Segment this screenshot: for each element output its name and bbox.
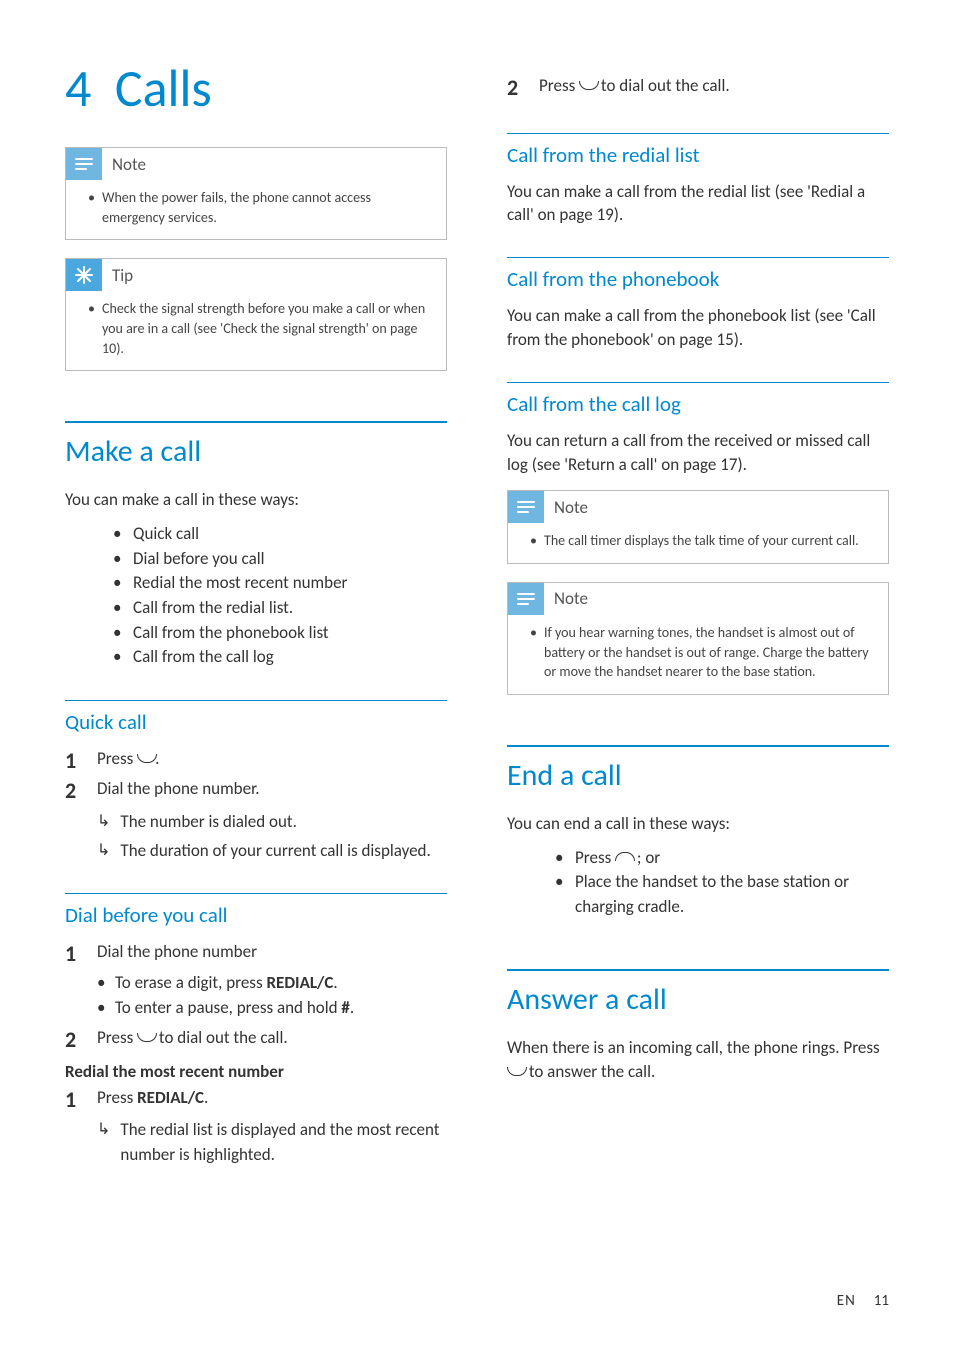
note-label: Note xyxy=(112,154,146,175)
step: 2 Press to dial out the call. xyxy=(65,1026,447,1055)
step-result: ↳ The redial list is displayed and the m… xyxy=(97,1118,447,1167)
list-item: To erase a digit, press REDIAL/C. xyxy=(97,971,447,996)
note-text: The call timer displays the talk time of… xyxy=(530,531,874,551)
result-arrow-icon: ↳ xyxy=(97,810,110,834)
step-text: Press to dial out the call. xyxy=(539,74,889,103)
heading-call-log: Call from the call log xyxy=(507,382,889,417)
step-text: Press to dial out the call. xyxy=(97,1026,447,1055)
step: 1 Dial the phone number xyxy=(65,940,447,969)
step-result: ↳ The duration of your current call is d… xyxy=(97,839,447,864)
chapter-title: 4 Calls xyxy=(65,60,447,117)
step: 2 Dial the phone number. xyxy=(65,777,447,806)
note-icon xyxy=(508,491,544,523)
talk-key-icon xyxy=(137,1033,155,1043)
phonebook-body: You can make a call from the phonebook l… xyxy=(507,304,889,352)
redial-list-body: You can make a call from the redial list… xyxy=(507,180,889,228)
heading-redial-recent: Redial the most recent number xyxy=(65,1061,447,1082)
list-item: Place the handset to the base station or… xyxy=(555,870,889,919)
step-text: Press . xyxy=(97,747,447,776)
tip-text: Check the signal strength before you mak… xyxy=(88,299,432,358)
note-icon xyxy=(508,583,544,615)
chapter-number: 4 xyxy=(65,56,91,120)
note-icon xyxy=(66,148,102,180)
step: 1 Press REDIAL/C. xyxy=(65,1086,447,1115)
footer-page-number: 11 xyxy=(874,1292,889,1310)
list-item: Call from the call log xyxy=(113,645,447,670)
heading-answer-call: Answer a call xyxy=(507,969,889,1018)
hash-key: # xyxy=(341,997,349,1018)
step: 1 Press . xyxy=(65,747,447,776)
note-text: If you hear warning tones, the handset i… xyxy=(530,623,874,682)
result-arrow-icon: ↳ xyxy=(97,1118,110,1142)
note-label: Note xyxy=(554,588,588,609)
note-callout: Note The call timer displays the talk ti… xyxy=(507,490,889,564)
step-number: 1 xyxy=(65,940,83,969)
step-result: ↳ The number is dialed out. xyxy=(97,810,447,835)
list-item: Quick call xyxy=(113,522,447,547)
step-text: Dial the phone number. xyxy=(97,777,447,806)
call-log-body: You can return a call from the received … xyxy=(507,429,889,477)
end-call-intro: You can end a call in these ways: xyxy=(507,812,889,836)
heading-phonebook: Call from the phonebook xyxy=(507,257,889,292)
tip-icon xyxy=(66,259,102,291)
step-number: 1 xyxy=(65,747,83,776)
list-item: To enter a pause, press and hold #. xyxy=(97,996,447,1021)
step-number: 2 xyxy=(65,777,83,806)
list-item: Redial the most recent number xyxy=(113,571,447,596)
answer-body: When there is an incoming call, the phon… xyxy=(507,1036,889,1084)
tip-label: Tip xyxy=(112,265,133,286)
step-number: 1 xyxy=(65,1086,83,1115)
step-text: Dial the phone number xyxy=(97,940,447,969)
list-item: Press ; or xyxy=(555,846,889,871)
make-call-intro: You can make a call in these ways: xyxy=(65,488,447,512)
end-call-ways: Press ; or Place the handset to the base… xyxy=(507,846,889,920)
step-text: Press REDIAL/C. xyxy=(97,1086,447,1115)
end-key-icon xyxy=(615,852,633,862)
result-arrow-icon: ↳ xyxy=(97,839,110,863)
heading-redial-list: Call from the redial list xyxy=(507,133,889,168)
step-number: 2 xyxy=(65,1026,83,1055)
note-text: When the power fails, the phone cannot a… xyxy=(88,188,432,227)
heading-end-call: End a call xyxy=(507,745,889,794)
list-item: Call from the phonebook list xyxy=(113,621,447,646)
list-item: Dial before you call xyxy=(113,547,447,572)
footer-language: EN xyxy=(837,1292,856,1310)
redial-key: REDIAL/C xyxy=(137,1087,204,1108)
list-item: Call from the redial list. xyxy=(113,596,447,621)
step-number: 2 xyxy=(507,74,525,103)
heading-make-a-call: Make a call xyxy=(65,421,447,470)
talk-key-icon xyxy=(507,1067,525,1077)
talk-key-icon xyxy=(137,754,155,764)
step: 2 Press to dial out the call. xyxy=(507,74,889,103)
chapter-name: Calls xyxy=(115,56,212,120)
talk-key-icon xyxy=(579,81,597,91)
note-callout: Note When the power fails, the phone can… xyxy=(65,147,447,240)
make-call-ways: Quick call Dial before you call Redial t… xyxy=(65,522,447,670)
sub-bullets: To erase a digit, press REDIAL/C. To ent… xyxy=(65,971,447,1020)
redial-key: REDIAL/C xyxy=(266,972,333,993)
note-callout: Note If you hear warning tones, the hand… xyxy=(507,582,889,695)
page-footer: EN 11 xyxy=(837,1292,889,1310)
tip-callout: Tip Check the signal strength before you… xyxy=(65,258,447,371)
note-label: Note xyxy=(554,497,588,518)
heading-dial-before: Dial before you call xyxy=(65,893,447,928)
heading-quick-call: Quick call xyxy=(65,700,447,735)
